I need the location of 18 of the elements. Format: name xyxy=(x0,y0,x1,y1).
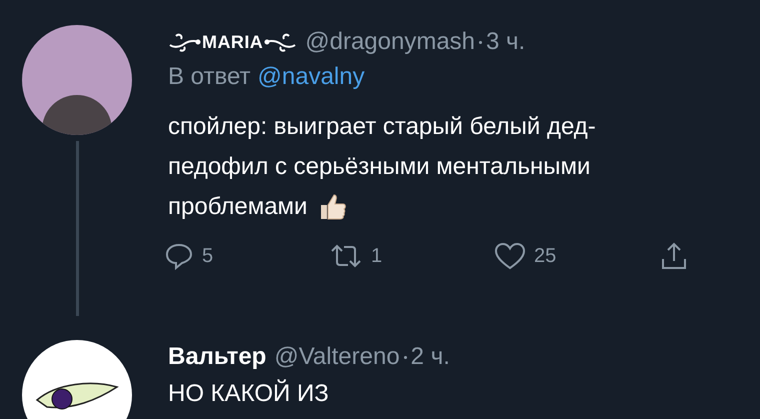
heart-icon xyxy=(494,241,526,271)
speech-bubble-icon xyxy=(164,241,194,271)
retweet-button[interactable]: 1 xyxy=(329,241,494,271)
share-icon xyxy=(659,241,689,271)
like-button[interactable]: 25 xyxy=(494,241,659,271)
mention-link[interactable]: @navalny xyxy=(258,59,365,95)
user-handle[interactable]: @dragonymash xyxy=(305,25,476,59)
replying-to-label: В ответ xyxy=(168,62,251,92)
tweet-text: педофил с серьёзными ментальными xyxy=(168,152,590,182)
timestamp[interactable]: 2 ч. xyxy=(410,340,450,374)
tweet-text: проблемами xyxy=(168,192,308,222)
tweet-text: спойлер: выиграет старый белый дед- xyxy=(168,112,596,142)
reply-button[interactable]: 5 xyxy=(164,241,329,271)
display-name[interactable]: Вальтер xyxy=(168,340,266,374)
display-name[interactable]: MARIA xyxy=(202,25,264,59)
user-handle[interactable]: @Valtereno xyxy=(274,340,400,374)
tweet-text: НО КАКОЙ ИЗ xyxy=(168,378,329,409)
timestamp[interactable]: 3 ч. xyxy=(486,25,526,59)
